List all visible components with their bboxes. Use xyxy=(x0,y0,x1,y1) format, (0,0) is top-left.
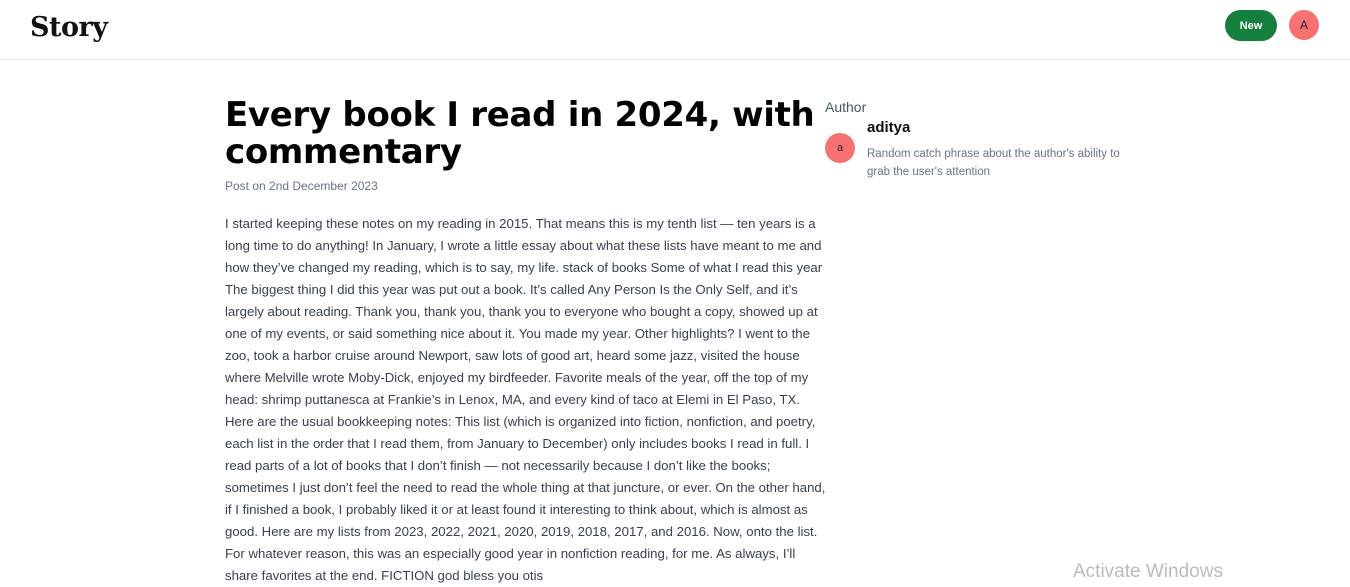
article-title: Every book I read in 2024, with commenta… xyxy=(225,95,815,172)
article: Every book I read in 2024, with commenta… xyxy=(225,97,827,587)
author-heading: Author xyxy=(825,99,867,115)
post-date: Post on 2nd December 2023 xyxy=(225,179,378,193)
author-avatar: a xyxy=(825,133,855,163)
article-body: I started keeping these notes on my read… xyxy=(225,216,826,583)
author-card: a aditya Random catch phrase about the a… xyxy=(825,119,1125,181)
author-name: aditya xyxy=(867,119,911,136)
author-sidebar: Author a aditya Random catch phrase abou… xyxy=(825,99,1125,181)
author-info: aditya Random catch phrase about the aut… xyxy=(867,119,1125,181)
new-story-button[interactable]: New xyxy=(1225,10,1277,41)
top-header: Story New A xyxy=(0,0,1350,60)
logo[interactable]: Story xyxy=(30,12,108,43)
activate-windows-watermark: Activate Windows xyxy=(1073,561,1223,582)
author-bio: Random catch phrase about the author's a… xyxy=(867,148,1120,178)
user-avatar[interactable]: A xyxy=(1289,10,1319,40)
